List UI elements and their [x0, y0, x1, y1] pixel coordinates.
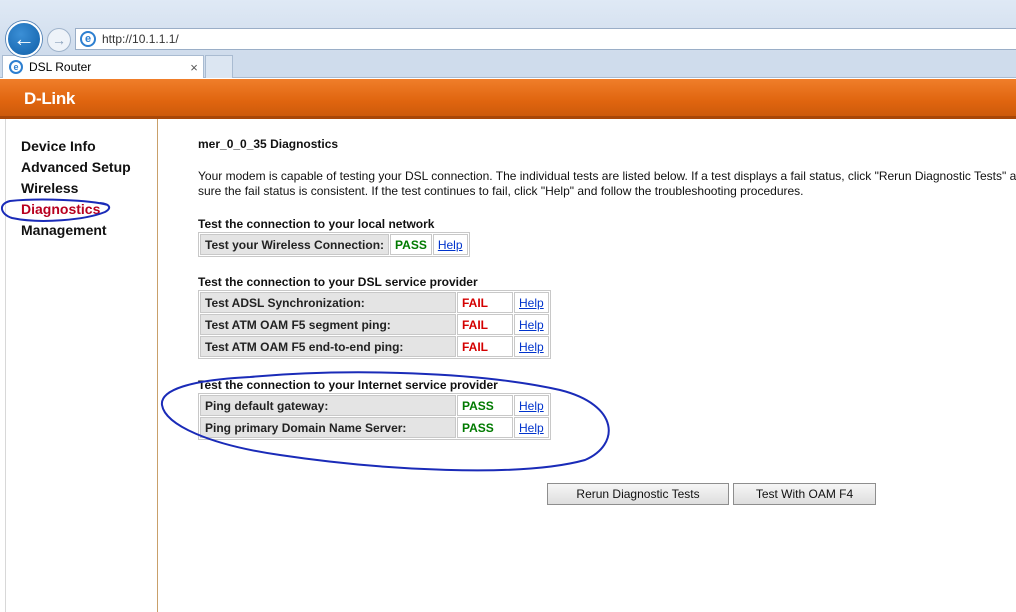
ie-icon: e: [80, 31, 96, 47]
rerun-diagnostic-tests-button[interactable]: Rerun Diagnostic Tests: [547, 483, 729, 505]
page-title: mer_0_0_35 Diagnostics: [198, 137, 339, 151]
test-status: PASS: [457, 417, 513, 438]
table-row: Ping default gateway: PASS Help: [200, 395, 549, 416]
sidebar-item-device-info[interactable]: Device Info: [21, 138, 96, 154]
brand-header: D-Link: [0, 79, 1016, 119]
table-row: Test your Wireless Connection: PASS Help: [200, 234, 468, 255]
dlink-logo: D-Link: [24, 89, 76, 108]
url-text[interactable]: http://10.1.1.1/: [102, 32, 179, 46]
help-link[interactable]: Help: [519, 296, 544, 310]
back-button[interactable]: ←: [6, 21, 42, 57]
test-with-oam-f4-button[interactable]: Test With OAM F4: [733, 483, 876, 505]
local-test-table: Test your Wireless Connection: PASS Help: [198, 232, 470, 257]
section-title-dsl: Test the connection to your DSL service …: [198, 275, 478, 289]
table-row: Test ATM OAM F5 segment ping: FAIL Help: [200, 314, 549, 335]
close-icon[interactable]: ×: [185, 60, 203, 75]
help-link[interactable]: Help: [519, 421, 544, 435]
test-status: PASS: [457, 395, 513, 416]
test-label: Ping default gateway:: [200, 395, 456, 416]
sidebar-item-management[interactable]: Management: [21, 222, 107, 238]
section-title-local: Test the connection to your local networ…: [198, 217, 435, 231]
test-status: FAIL: [457, 314, 513, 335]
main-content: mer_0_0_35 Diagnostics Your modem is cap…: [160, 119, 1016, 612]
test-status: FAIL: [457, 336, 513, 357]
section-title-isp: Test the connection to your Internet ser…: [198, 378, 498, 392]
test-label: Test ATM OAM F5 segment ping:: [200, 314, 456, 335]
description-line-1: Your modem is capable of testing your DS…: [198, 169, 1016, 183]
sidebar-item-advanced-setup[interactable]: Advanced Setup: [21, 159, 131, 175]
test-label: Test ATM OAM F5 end-to-end ping:: [200, 336, 456, 357]
browser-toolbar: ← → e http://10.1.1.1/: [0, 0, 1016, 57]
forward-arrow-icon: →: [52, 32, 66, 48]
table-row: Ping primary Domain Name Server: PASS He…: [200, 417, 549, 438]
test-label: Test your Wireless Connection:: [200, 234, 390, 255]
help-link[interactable]: Help: [519, 318, 544, 332]
help-link[interactable]: Help: [519, 340, 544, 354]
dsl-test-table: Test ADSL Synchronization: FAIL Help Tes…: [198, 290, 551, 359]
description-line-2: sure the fail status is consistent. If t…: [198, 184, 804, 198]
sidebar-item-wireless[interactable]: Wireless: [21, 180, 78, 196]
isp-test-table: Ping default gateway: PASS Help Ping pri…: [198, 393, 551, 440]
test-label: Ping primary Domain Name Server:: [200, 417, 456, 438]
back-arrow-icon: ←: [13, 26, 35, 51]
test-status: PASS: [390, 234, 432, 255]
tab-dsl-router[interactable]: e DSL Router ×: [2, 55, 204, 78]
tab-title: DSL Router: [29, 60, 92, 74]
new-tab-button[interactable]: [205, 55, 233, 78]
help-link[interactable]: Help: [438, 238, 463, 252]
test-label: Test ADSL Synchronization:: [200, 292, 456, 313]
help-link[interactable]: Help: [519, 399, 544, 413]
sidebar-item-diagnostics[interactable]: Diagnostics: [21, 201, 100, 217]
sidebar: Device Info Advanced Setup Wireless Diag…: [5, 119, 158, 612]
table-row: Test ATM OAM F5 end-to-end ping: FAIL He…: [200, 336, 549, 357]
tab-strip: e DSL Router ×: [0, 54, 1016, 78]
forward-button[interactable]: →: [47, 28, 71, 52]
address-bar[interactable]: e http://10.1.1.1/: [75, 28, 1016, 50]
test-status: FAIL: [457, 292, 513, 313]
page-description: Your modem is capable of testing your DS…: [198, 169, 1016, 199]
table-row: Test ADSL Synchronization: FAIL Help: [200, 292, 549, 313]
ie-icon: e: [9, 60, 23, 74]
